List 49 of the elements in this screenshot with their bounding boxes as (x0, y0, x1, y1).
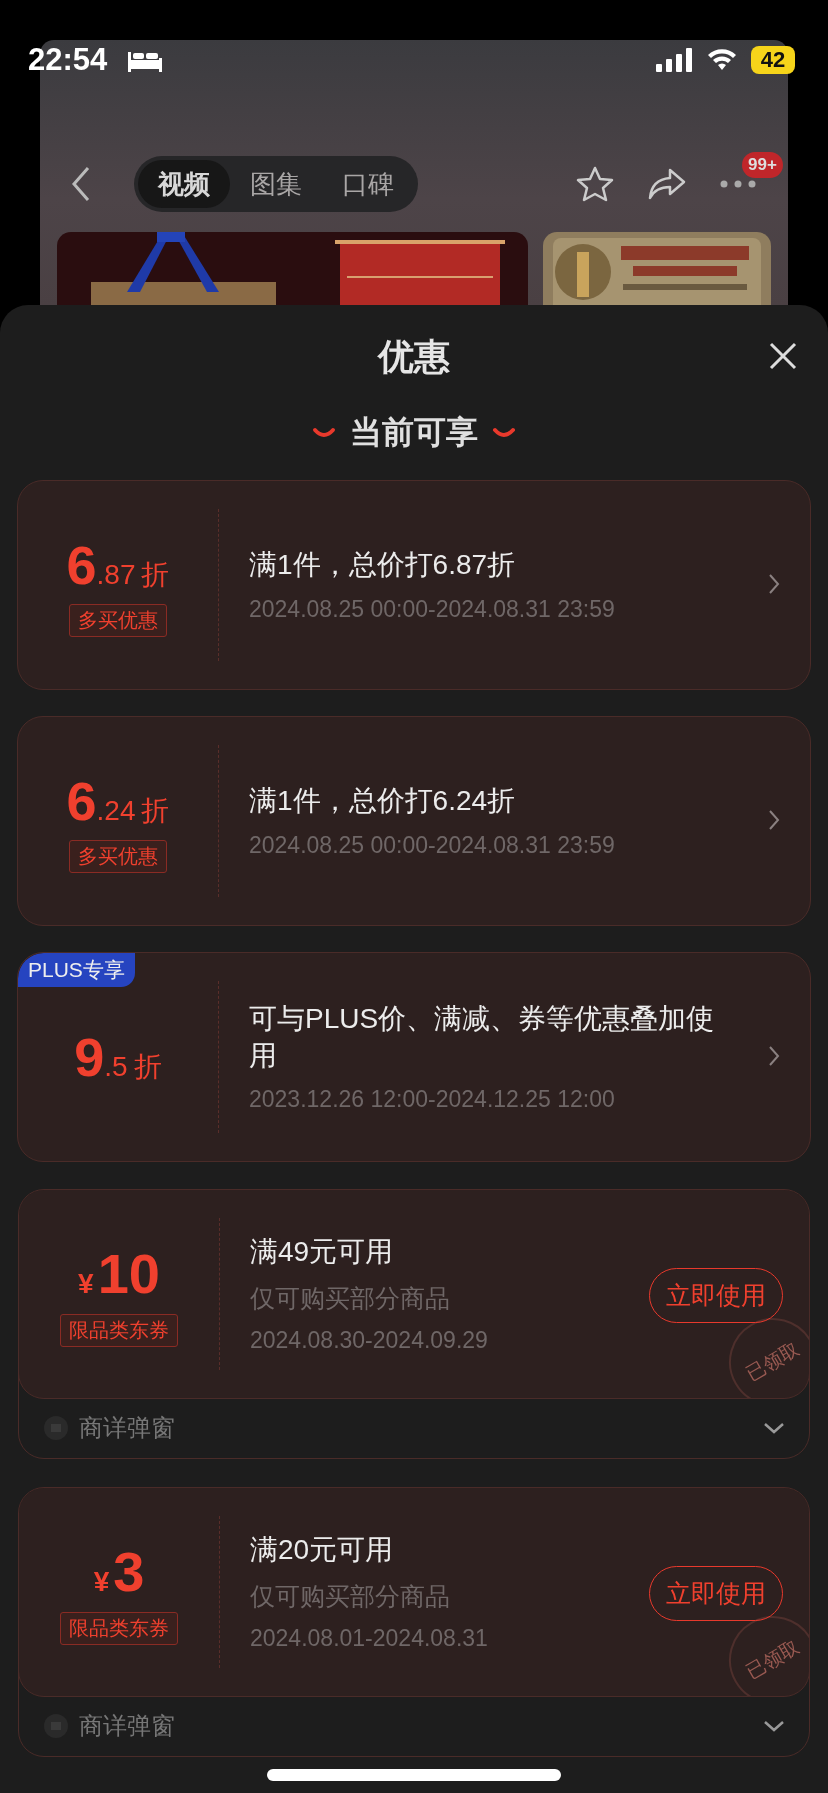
coupon-tag: 限品类东券 (60, 1612, 178, 1645)
back-icon[interactable] (70, 166, 92, 202)
more-icon[interactable] (720, 180, 756, 188)
discount-value: 6.24 折 (66, 769, 170, 832)
footer-label: 商详弹窗 (79, 1413, 176, 1443)
chevron-down-icon[interactable] (763, 1422, 785, 1434)
tab[interactable]: 图集 (230, 160, 322, 208)
chevron-right-icon[interactable] (768, 1045, 780, 1067)
offer-tag: 多买优惠 (69, 839, 167, 873)
smile-icon (492, 426, 516, 440)
coupon-title: 满49元可用 (250, 1234, 395, 1269)
offer-card[interactable]: PLUS专享 9.5 折 可与PLUS价、满减、券等优惠叠加使用 2023.12.26 12:00-2024.12.25 12:00 (17, 952, 811, 1162)
chevron-right-icon[interactable] (768, 573, 780, 595)
offer-card[interactable]: 6.24 折 多买优惠 满1件，总价打6.24折 2024.08.25 00:00-2024.08.31 23:59 (17, 716, 811, 926)
tab[interactable]: 口碑 (322, 160, 414, 208)
sheet-title: 优惠 (378, 335, 450, 379)
tab[interactable]: 视频 (138, 160, 230, 208)
star-icon[interactable] (576, 166, 614, 202)
smile-icon (312, 426, 336, 440)
coupon-tag: 限品类东券 (60, 1314, 178, 1347)
offer-card[interactable]: 6.87 折 多买优惠 满1件，总价打6.87折 2024.08.25 00:00-2024.08.31 23:59 (17, 480, 811, 690)
coupon-period: 2024.08.01-2024.08.31 (250, 1625, 489, 1653)
notification-badge: 99+ (742, 152, 783, 178)
coupon-amount: ¥10 (78, 1241, 160, 1306)
battery-indicator: 42 (751, 46, 795, 74)
footer-label: 商详弹窗 (79, 1711, 176, 1741)
offer-period: 2024.08.25 00:00-2024.08.31 23:59 (249, 831, 616, 859)
coupon-note: 仅可购买部分商品 (250, 1581, 451, 1613)
offer-title: 可与PLUS价、满减、券等优惠叠加使用 (249, 1002, 716, 1073)
status-time: 22:54 (28, 42, 108, 78)
coupon-note: 仅可购买部分商品 (250, 1283, 451, 1315)
chevron-down-icon[interactable] (763, 1720, 785, 1732)
offer-title: 满1件，总价打6.24折 (249, 784, 517, 819)
coupon-title: 满20元可用 (250, 1532, 395, 1567)
plus-badge: PLUS专享 (18, 953, 135, 987)
discount-value: 9.5 折 (74, 1026, 162, 1088)
section-heading: 当前可享 (350, 413, 478, 452)
offer-tag: 多买优惠 (69, 603, 167, 637)
chevron-right-icon[interactable] (768, 809, 780, 831)
close-icon[interactable] (768, 341, 798, 371)
discount-value: 6.87 折 (66, 533, 170, 596)
wifi-icon (706, 46, 738, 72)
share-icon[interactable] (648, 168, 686, 200)
offer-title: 满1件，总价打6.87折 (249, 548, 517, 583)
coupon-period: 2024.08.30-2024.09.29 (250, 1327, 489, 1355)
signal-icon (656, 48, 694, 72)
offer-period: 2024.08.25 00:00-2024.08.31 23:59 (249, 595, 616, 623)
offer-period: 2023.12.26 12:00-2024.12.25 12:00 (249, 1085, 616, 1113)
coupon-amount: ¥3 (93, 1539, 145, 1604)
